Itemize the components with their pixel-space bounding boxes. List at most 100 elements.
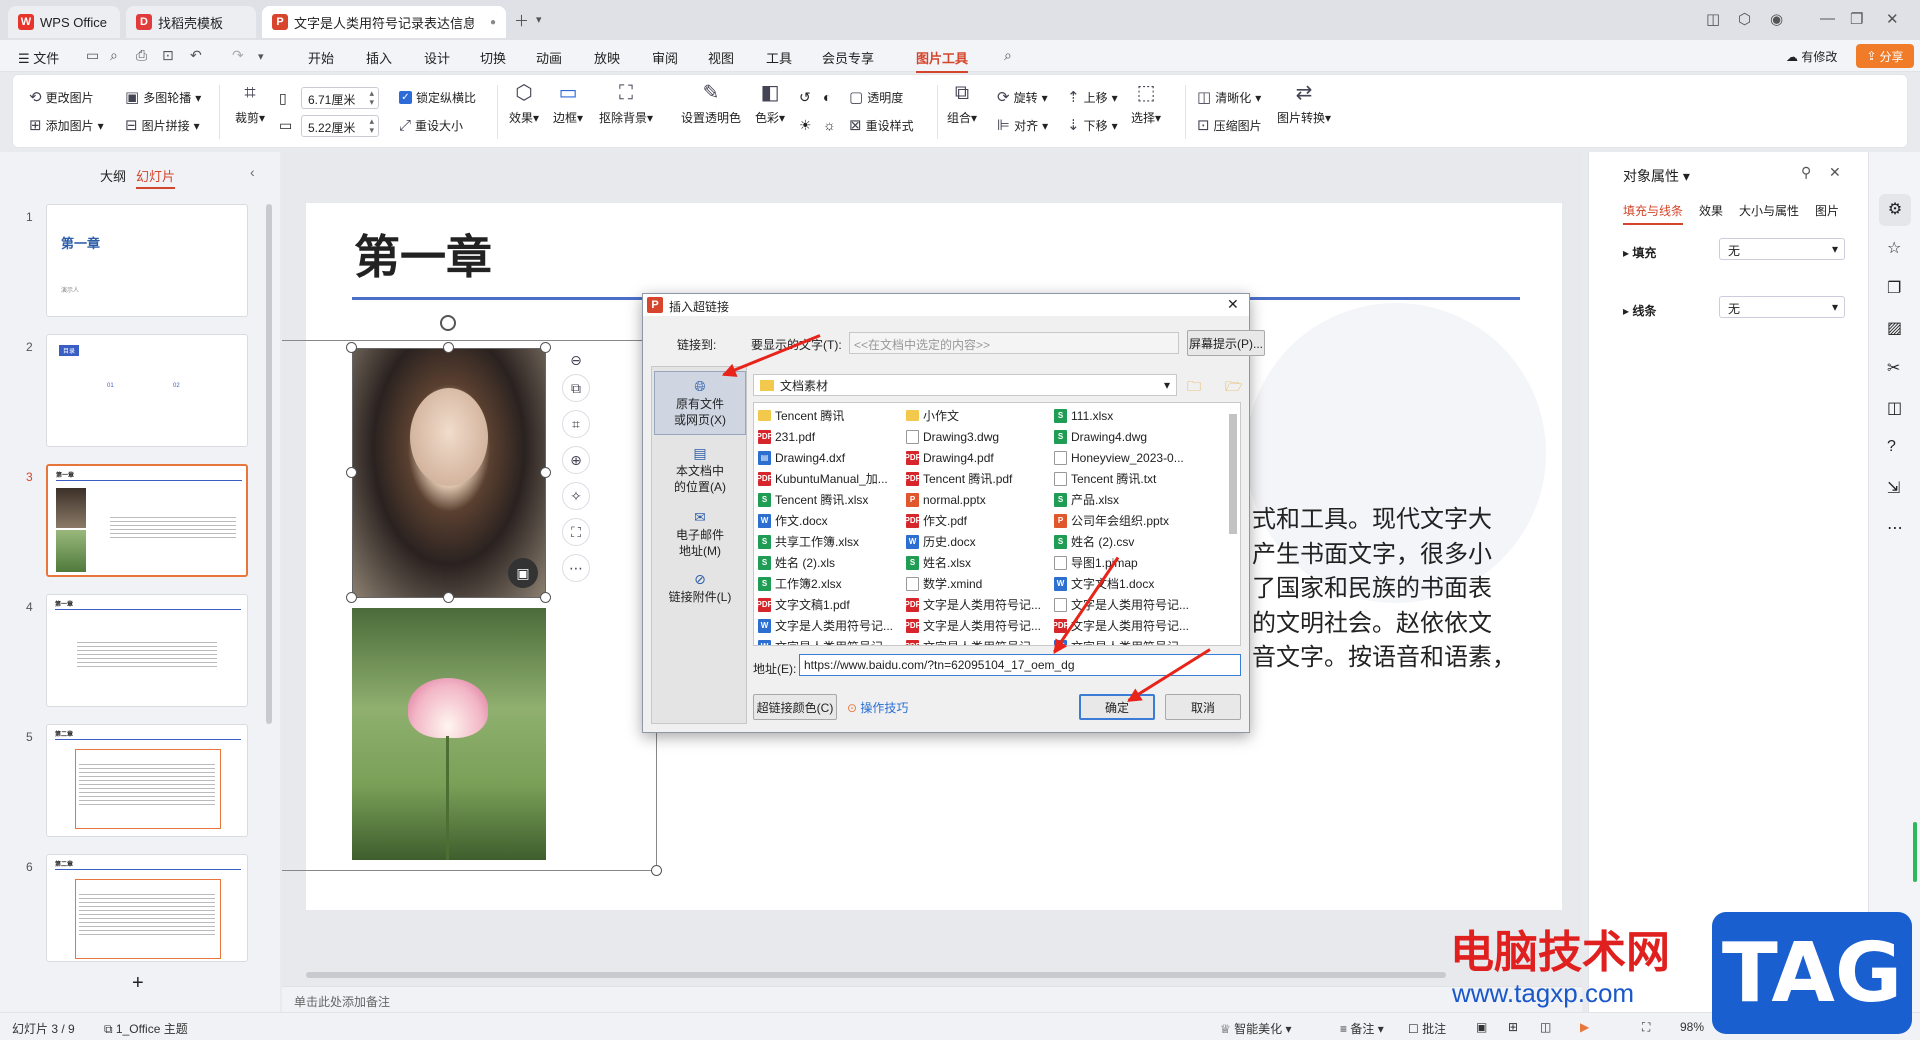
file-item[interactable]: Tencent 腾讯.txt xyxy=(1054,468,1200,489)
tab-modified-dot-icon[interactable]: ● xyxy=(490,17,496,28)
ok-button[interactable]: 确定 xyxy=(1079,694,1155,720)
display-text-input[interactable]: <<在文档中选定的内容>> xyxy=(849,332,1179,354)
align-button[interactable]: ⊫ 对齐 ▾ xyxy=(997,117,1048,134)
spinner-icon[interactable]: ▴ ▾ xyxy=(369,117,374,135)
close-window-icon[interactable]: ✕ xyxy=(1886,10,1899,28)
multi-outline-button[interactable]: ▣ 多图轮播 ▾ xyxy=(125,89,201,106)
thumbnail-scrollbar[interactable] xyxy=(266,204,272,724)
screen-tip-button[interactable]: 屏幕提示(P)... xyxy=(1187,330,1265,356)
tab-fill-line[interactable]: 填充与线条 xyxy=(1623,202,1684,225)
file-list-scrollbar[interactable] xyxy=(1229,414,1237,534)
crop-button[interactable]: ⌗ 裁剪▾ xyxy=(235,83,265,126)
help-icon[interactable]: ? xyxy=(1887,438,1896,456)
search-icon[interactable]: ⌕ xyxy=(1004,47,1012,64)
cancel-button[interactable]: 取消 xyxy=(1165,694,1241,720)
folder-select[interactable]: 文档素材 ▾ xyxy=(753,374,1177,396)
color-button[interactable]: ◧ 色彩▾ xyxy=(755,83,785,126)
new-tab-icon[interactable]: ＋ xyxy=(514,10,529,31)
file-item[interactable]: PDF文字是人类用符号记... xyxy=(906,594,1052,615)
file-item[interactable]: PDF Tencent 腾讯.pdf xyxy=(906,468,1052,489)
menu-design[interactable]: 设计 xyxy=(424,48,450,67)
tab-effect[interactable]: 效果 xyxy=(1699,202,1723,219)
compress-picture-button[interactable]: ⊡ 压缩图片 xyxy=(1197,117,1262,134)
border-button[interactable]: ▭ 边框▾ xyxy=(553,83,583,126)
tab-wps-office[interactable]: W WPS Office xyxy=(8,6,120,38)
slide-title[interactable]: 第一章 xyxy=(354,221,492,287)
file-item[interactable]: S 姓名 (2).csv xyxy=(1054,531,1200,552)
avatar-icon[interactable]: ◉ xyxy=(1770,10,1783,28)
lock-ratio-checkbox[interactable]: ✓ 锁定纵横比 xyxy=(399,89,476,106)
picture-icon[interactable]: ▨ xyxy=(1887,318,1902,338)
nav-existing-file[interactable]: 🌐︎ 原有文件 或网页(X) xyxy=(654,371,746,435)
spinner-icon[interactable]: ▴ ▾ xyxy=(369,89,374,107)
contrast-icon[interactable]: ◐ xyxy=(823,89,831,105)
chevron-down-icon[interactable]: ▾ xyxy=(536,13,542,26)
file-item[interactable]: PDF文字是人类用符号记... xyxy=(906,615,1052,636)
rotate-left-icon[interactable]: ↺ xyxy=(799,89,811,106)
menu-view[interactable]: 视图 xyxy=(708,48,734,67)
minimize-window-icon[interactable]: — xyxy=(1820,10,1835,27)
share-button[interactable]: ⇪ 分享 xyxy=(1856,44,1914,68)
file-menu[interactable]: ☰ 文件 xyxy=(18,48,59,67)
link-color-button[interactable]: 超链接颜色(C) xyxy=(753,694,837,720)
star-icon[interactable]: ☆ xyxy=(1887,238,1901,258)
add-slide-button[interactable]: + xyxy=(132,972,144,995)
resize-handle[interactable] xyxy=(540,342,551,353)
slide-thumbnail-5[interactable]: 第二章 xyxy=(46,724,248,837)
resize-handle[interactable] xyxy=(346,592,357,603)
picture-splice-button[interactable]: ⊟ 图片拼接 ▾ xyxy=(125,117,200,134)
zoom-icon[interactable]: ⊕ xyxy=(562,446,590,474)
more-icon[interactable]: ⋯ xyxy=(1887,518,1903,538)
fill-section[interactable]: ▸ 填充 xyxy=(1623,244,1656,261)
file-item[interactable]: PDF 作文.pdf xyxy=(906,510,1052,531)
group-button[interactable]: ⧉ 组合▾ xyxy=(947,83,977,126)
folder-up-icon[interactable]: 🗀︎ xyxy=(1187,376,1201,400)
file-item[interactable]: S 姓名.xlsx xyxy=(906,552,1052,573)
tab-presentation[interactable]: P 文字是人类用符号记录表达信息以 ● xyxy=(262,6,506,38)
scan-icon[interactable]: ⛶ xyxy=(562,518,590,546)
crop-icon[interactable]: ⌗ xyxy=(562,410,590,438)
fill-select[interactable]: 无 ▾ xyxy=(1719,238,1845,260)
export-icon[interactable]: ⇲ xyxy=(1887,478,1900,498)
select-button[interactable]: ⬚ 选择▾ xyxy=(1131,83,1161,126)
group-resize-handle[interactable] xyxy=(651,865,662,876)
tools-icon[interactable]: ✂ xyxy=(1887,358,1900,378)
menu-slideshow[interactable]: 放映 xyxy=(594,48,620,67)
move-down-button[interactable]: ⇣ 下移 ▾ xyxy=(1067,117,1118,134)
file-item[interactable]: Pnormal.pptx xyxy=(906,489,1052,510)
change-picture-button[interactable]: ⟲ 更改图片 xyxy=(29,89,94,106)
resize-handle[interactable] xyxy=(346,342,357,353)
layers-icon[interactable]: ⧉ xyxy=(562,374,590,402)
add-picture-button[interactable]: ⊞ 添加图片 ▾ xyxy=(29,117,104,134)
file-item[interactable]: P 公司年会组织.pptx xyxy=(1054,510,1200,531)
move-up-button[interactable]: ⇡ 上移 ▾ xyxy=(1067,89,1118,106)
properties-icon[interactable]: ⚙ xyxy=(1879,194,1911,226)
slide-thumbnail-4[interactable]: 第一章 xyxy=(46,594,248,707)
tips-link[interactable]: ⊙ 操作技巧 xyxy=(847,699,908,716)
save-icon[interactable]: ▭ xyxy=(86,47,99,64)
file-item[interactable]: 数学.xmind xyxy=(906,573,1052,594)
file-item[interactable]: Drawing3.dwg xyxy=(906,426,1052,447)
line-section[interactable]: ▸ 线条 xyxy=(1623,302,1656,319)
menu-member[interactable]: 会员专享 xyxy=(822,48,874,67)
file-item[interactable]: W文字是人类用符号记... xyxy=(1054,636,1200,645)
file-item[interactable]: S 产品.xlsx xyxy=(1054,489,1200,510)
slide-body-text[interactable]: 式和工具。现代文字大 产生书面文字，很多小 了国家和民族的书面表 的文明社会。赵… xyxy=(1252,503,1516,676)
collapse-panel-icon[interactable]: ‹ xyxy=(250,164,255,180)
comments-button[interactable]: ☐ 批注 xyxy=(1408,1020,1446,1037)
notes-area[interactable]: 单击此处添加备注 xyxy=(282,986,1582,1012)
menu-picture-tools[interactable]: 图片工具 xyxy=(916,48,969,73)
modified-status[interactable]: ☁ 有修改 xyxy=(1786,48,1837,65)
preview-icon[interactable]: ⊡ xyxy=(162,47,174,64)
print-icon[interactable]: ⎙ xyxy=(136,47,147,64)
resize-handle[interactable] xyxy=(346,467,357,478)
magic-icon[interactable]: ✧ xyxy=(562,482,590,510)
rotate-handle-icon[interactable] xyxy=(440,315,456,331)
remove-background-button[interactable]: ⛶ 抠除背景▾ xyxy=(599,83,653,126)
height-input[interactable]: 5.22厘米 ▴ ▾ xyxy=(301,115,379,137)
nav-this-document[interactable]: ▤ 本文档中 的位置(A) xyxy=(654,445,746,495)
file-item[interactable]: S Tencent 腾讯.xlsx xyxy=(758,489,904,510)
theme-label[interactable]: ⧉ 1_Office 主题 xyxy=(104,1020,188,1037)
menu-review[interactable]: 审阅 xyxy=(652,48,678,67)
file-item[interactable]: S 111.xlsx xyxy=(1054,405,1200,426)
